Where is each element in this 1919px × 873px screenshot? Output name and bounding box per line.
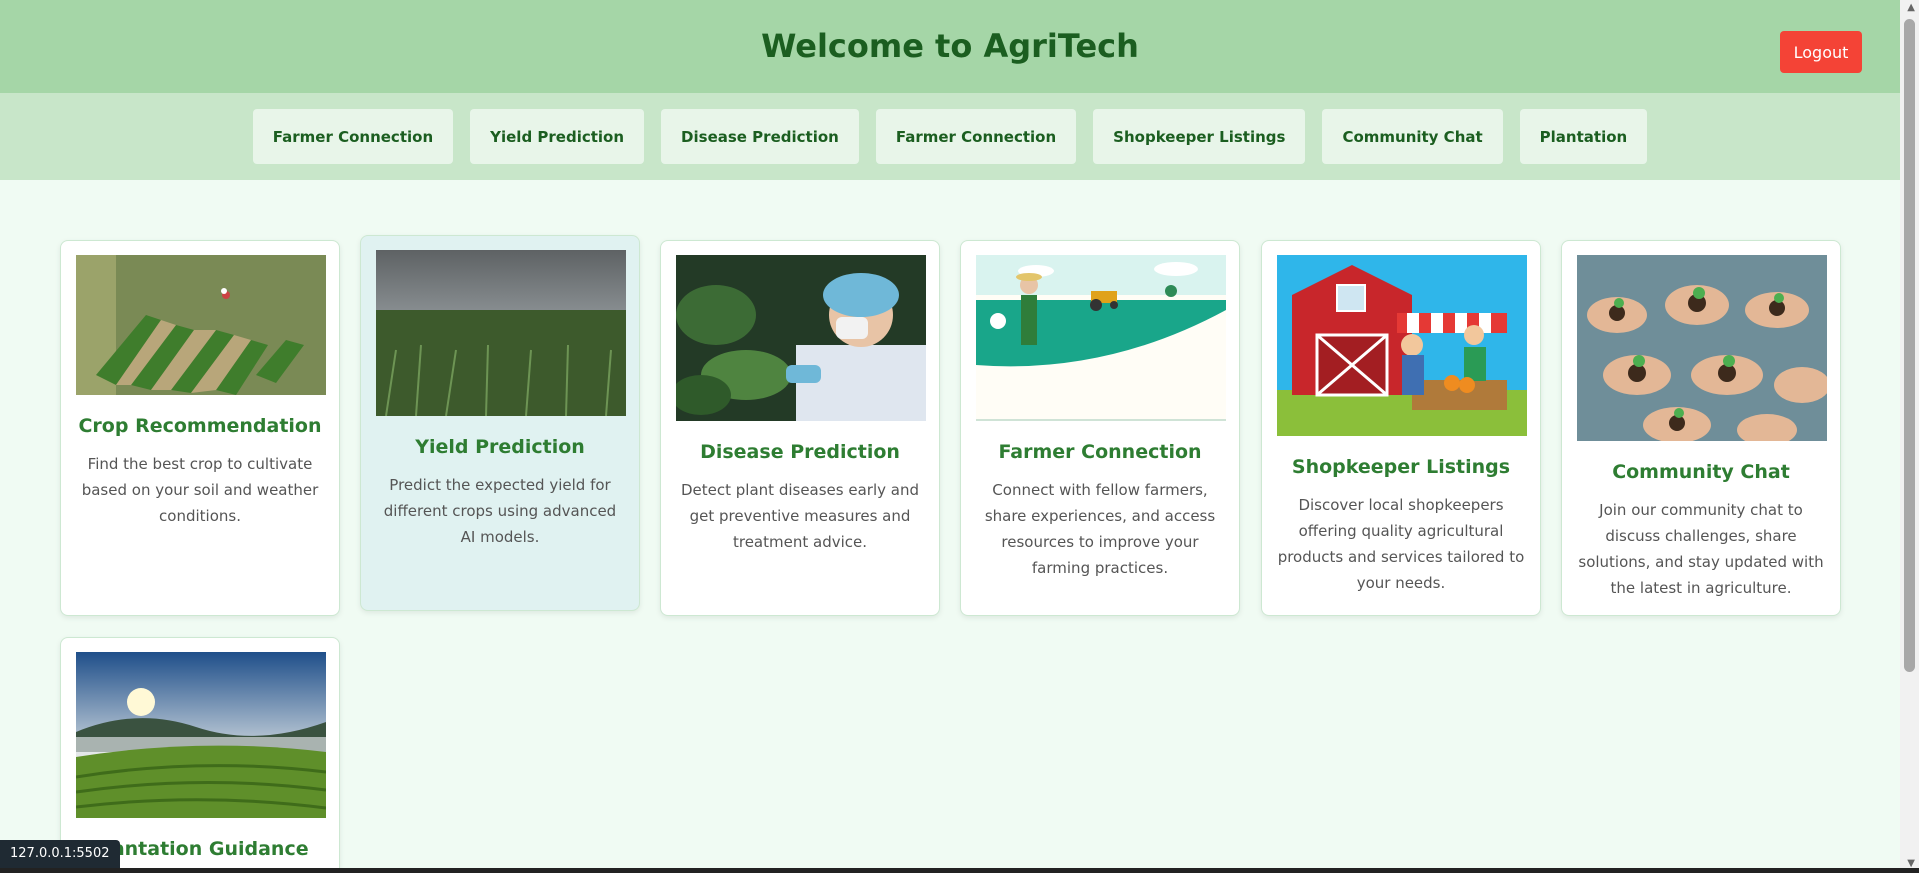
nav-yield-prediction[interactable]: Yield Prediction: [470, 109, 645, 164]
scrollbar[interactable]: ▲ ▼: [1900, 0, 1919, 873]
card-description: Detect plant diseases early and get prev…: [681, 481, 919, 551]
card-title: Disease Prediction: [700, 441, 900, 463]
card-description: Join our community chat to discuss chall…: [1578, 501, 1824, 597]
card-description: Connect with fellow farmers, share exper…: [984, 481, 1216, 577]
nav-farmer-connection[interactable]: Farmer Connection: [252, 109, 454, 164]
status-url: 127.0.0.1:5502: [0, 840, 120, 868]
nav-disease-prediction[interactable]: Disease Prediction: [661, 109, 859, 164]
nav-bar: Farmer Connection Yield Prediction Disea…: [0, 93, 1900, 180]
card-disease-prediction[interactable]: Disease Prediction Detect plant diseases…: [660, 240, 940, 616]
card-plantation-guidance[interactable]: Plantation Guidance: [60, 637, 340, 873]
scientist-plant-image: [676, 255, 926, 421]
window-bottom-edge: [0, 868, 1919, 873]
logout-button[interactable]: Logout: [1780, 31, 1862, 73]
nav-community-chat[interactable]: Community Chat: [1322, 109, 1503, 164]
page-title: Welcome to AgriTech: [761, 27, 1139, 65]
card-title: Yield Prediction: [415, 436, 585, 458]
card-description: Discover local shopkeepers offering qual…: [1277, 496, 1525, 592]
nav-plantation[interactable]: Plantation: [1519, 109, 1648, 164]
farm-field-image: [76, 255, 326, 395]
shop-stall-image: [1277, 255, 1527, 436]
wheat-field-image: [376, 250, 626, 416]
card-title: Shopkeeper Listings: [1291, 456, 1511, 478]
card-yield-prediction[interactable]: Yield Prediction Predict the expected yi…: [360, 235, 640, 611]
hands-seedlings-image: [1577, 255, 1827, 441]
header: Welcome to AgriTech Logout: [0, 0, 1900, 93]
card-title: Farmer Connection: [998, 441, 1202, 463]
scroll-up-icon[interactable]: ▲: [1907, 2, 1915, 13]
card-farmer-connection[interactable]: Farmer Connection Connect with fellow fa…: [960, 240, 1240, 616]
card-description: Predict the expected yield for different…: [383, 476, 617, 546]
scroll-thumb[interactable]: [1904, 19, 1915, 672]
farmer-illustration-image: [976, 255, 1226, 421]
plantation-landscape-image: [76, 652, 326, 818]
nav-shopkeeper-listings[interactable]: Shopkeeper Listings: [1093, 109, 1306, 164]
card-description: Find the best crop to cultivate based on…: [81, 455, 319, 525]
card-title: Crop Recommendation: [78, 415, 322, 437]
card-crop-recommendation[interactable]: Crop Recommendation Find the best crop t…: [60, 240, 340, 616]
nav-farmer-connection-2[interactable]: Farmer Connection: [875, 109, 1077, 164]
card-title: Community Chat: [1612, 461, 1790, 483]
card-shopkeeper-listings[interactable]: Shopkeeper Listings Discover local shopk…: [1261, 240, 1541, 616]
card-community-chat[interactable]: Community Chat Join our community chat t…: [1561, 240, 1841, 616]
